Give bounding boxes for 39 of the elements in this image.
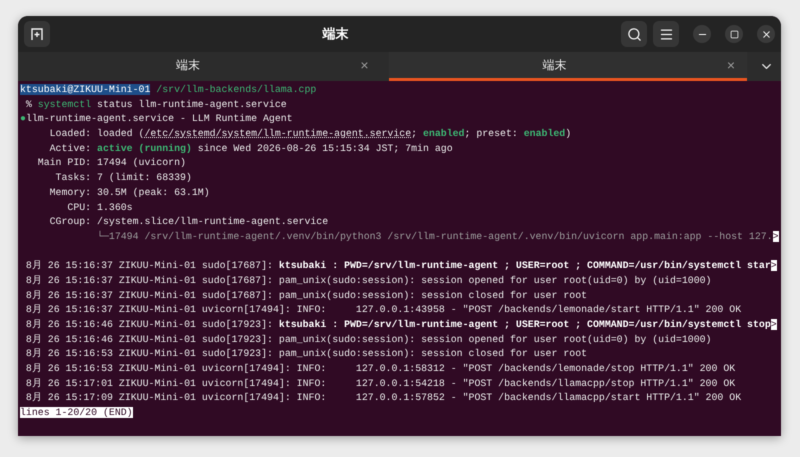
terminal-line: 8月 26 15:16:37 ZIKUU-Mini-01 uvicorn[17494]: INFO: 127.0.0.1:43958 - "POST /backends/lemonade/start HTTP/1.1" 200 OK xyxy=(24,303,742,318)
terminal-line: Memory: 30.5M (peak: 63.1M) xyxy=(48,186,211,200)
terminal-line: 8月 26 15:16:37 ZIKUU-Mini-01 sudo[17687]: pam_unix(sudo:session): session closed for user root xyxy=(24,288,588,303)
terminal-line: 8月 26 15:16:53 ZIKUU-Mini-01 uvicorn[17494]: INFO: 127.0.0.1:58312 - "POST /backends/lemonade/stop HTTP/1.1" 200 OK xyxy=(24,362,736,376)
terminal-line: 8月 26 15:16:37 ZIKUU-Mini-01 sudo[17687]: pam_unix(sudo:session): session opened for user root(uid=0) by (uid=1000) xyxy=(24,274,712,288)
tab-label: 端末 xyxy=(175,56,202,74)
terminal-line: 8月 26 15:17:01 ZIKUU-Mini-01 uvicorn[17494]: INFO: 127.0.0.1:54218 - "POST /backends/llamacpp/stop HTTP/1.1" 200 OK xyxy=(24,376,736,391)
tab-close-button[interactable]: × xyxy=(720,57,741,73)
terminal-line: CPU: 1.360s xyxy=(66,200,134,214)
window-title: 端末 xyxy=(321,26,350,43)
terminal-line: 8月 26 15:16:37 ZIKUU-Mini-01 sudo[17687]: ktsubaki : PWD=/srv/llm-runtime-agent ; USER=root ; COMMAND=/usr/bin/systemctl star> xyxy=(24,259,778,274)
terminal-line: ●llm-runtime-agent.service - LLM Runtime Agent xyxy=(20,112,294,126)
search-button[interactable] xyxy=(621,21,647,47)
close-button[interactable] xyxy=(757,25,775,43)
tab[interactable]: 端末 × xyxy=(388,52,747,81)
menu-icon xyxy=(658,26,674,42)
terminal-line: └─17494 /srv/llm-runtime-agent/.venv/bin/python3 /srv/llm-runtime-agent/.venv/bin/uvicorn app.main:app --host 127.> xyxy=(96,230,780,244)
close-icon xyxy=(760,28,772,40)
new-tab-button[interactable] xyxy=(24,21,50,47)
terminal-line: 8月 26 15:16:53 ZIKUU-Mini-01 sudo[17923]: pam_unix(sudo:session): session closed for user root xyxy=(24,347,588,362)
tab-label: 端末 xyxy=(542,56,568,74)
tab-close-button[interactable]: × xyxy=(354,57,374,73)
terminal-line: 8月 26 15:17:09 ZIKUU-Mini-01 uvicorn[17494]: INFO: 127.0.0.1:57852 - "POST /backends/llamacpp/start HTTP/1.1" 200 OK xyxy=(24,391,742,406)
terminal-line: 8月 26 15:16:46 ZIKUU-Mini-01 sudo[17923]: pam_unix(sudo:session): session opened for user root(uid=0) by (uid=1000) xyxy=(24,332,712,347)
terminal-line: CGroup: /system.slice/llm-runtime-agent.service xyxy=(48,215,330,230)
maximize-button[interactable] xyxy=(725,25,743,43)
terminal-line: % systemctl status llm-runtime-agent.service xyxy=(24,98,288,112)
terminal-line: ktsubaki@ZIKUU-Mini-01 /srv/llm-backends/llama.cpp xyxy=(20,83,318,97)
menu-button[interactable] xyxy=(653,21,679,47)
maximize-icon xyxy=(730,30,738,38)
minimize-button[interactable] xyxy=(693,25,711,43)
terminal-line: Loaded: loaded (/etc/systemd/system/llm-runtime-agent.service; enabled; preset: enabled) xyxy=(48,127,572,142)
new-tab-icon xyxy=(30,27,44,41)
terminal-line: 8月 26 15:16:46 ZIKUU-Mini-01 sudo[17923]: ktsubaki : PWD=/srv/llm-runtime-agent ; USER=root ; COMMAND=/usr/bin/systemctl stop> xyxy=(24,318,778,332)
search-icon xyxy=(626,26,642,42)
tab[interactable]: 端末 × xyxy=(22,52,380,81)
terminal-line: Tasks: 7 (limit: 68339) xyxy=(54,171,193,186)
terminal-line: Active: active (running) since Wed 2026-08-26 15:15:34 JST; 7min ago xyxy=(48,142,454,156)
terminal-line: Main PID: 17494 (uvicorn) xyxy=(36,156,187,170)
